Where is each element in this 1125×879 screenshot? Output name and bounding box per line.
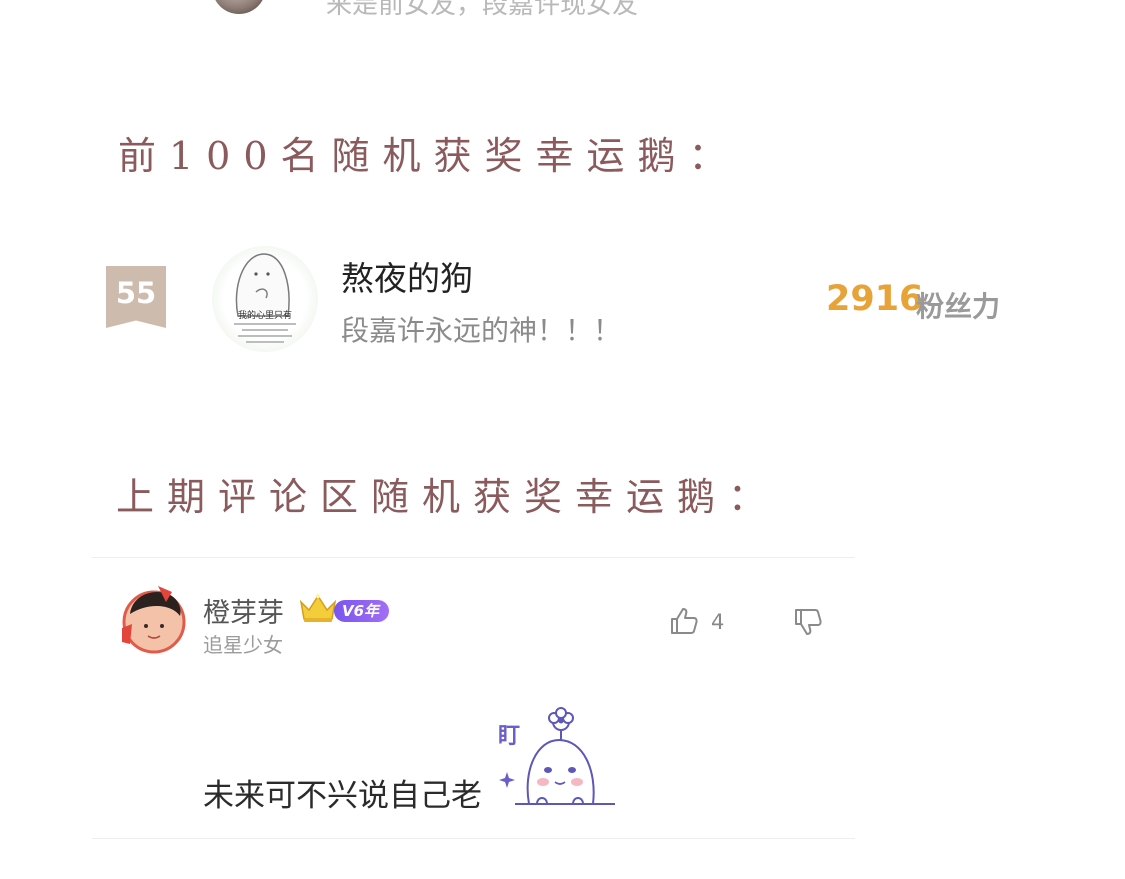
fan-avatar-caption: 我的心里只有: [238, 309, 292, 321]
previous-user-motto: 来是前女友，段嘉许现女友: [326, 0, 639, 20]
fan-avatar[interactable]: 我的心里只有: [212, 246, 318, 352]
comment-text: 未来可不兴说自己老: [203, 778, 482, 814]
vip-badge: V6年: [334, 600, 390, 622]
commenter-tag: 追星少女: [203, 633, 283, 657]
crown-icon: [298, 592, 338, 628]
fan-score: 2916: [826, 279, 924, 319]
fan-motto: 段嘉许永远的神！！！: [341, 314, 622, 347]
rank-number: 55: [115, 276, 157, 310]
fan-name[interactable]: 熬夜的狗: [341, 252, 473, 300]
previous-user-avatar[interactable]: [212, 0, 266, 14]
comment-divider-top: [92, 557, 855, 558]
section-heading-top100: 前100名随机获奖幸运鹅：: [118, 134, 740, 178]
comment-divider-bottom: [92, 838, 855, 839]
section-heading-comment: 上期评论区随机获奖幸运鹅：: [116, 475, 780, 519]
sticker-label: 盯: [498, 724, 521, 749]
like-count: 4: [711, 610, 725, 634]
fan-score-label: 粉丝力: [916, 290, 1001, 323]
commenter-name[interactable]: 橙芽芽: [203, 591, 284, 630]
thumbs-down-icon[interactable]: [792, 606, 824, 642]
thumbs-up-icon[interactable]: [668, 605, 700, 641]
commenter-avatar[interactable]: [118, 584, 190, 656]
